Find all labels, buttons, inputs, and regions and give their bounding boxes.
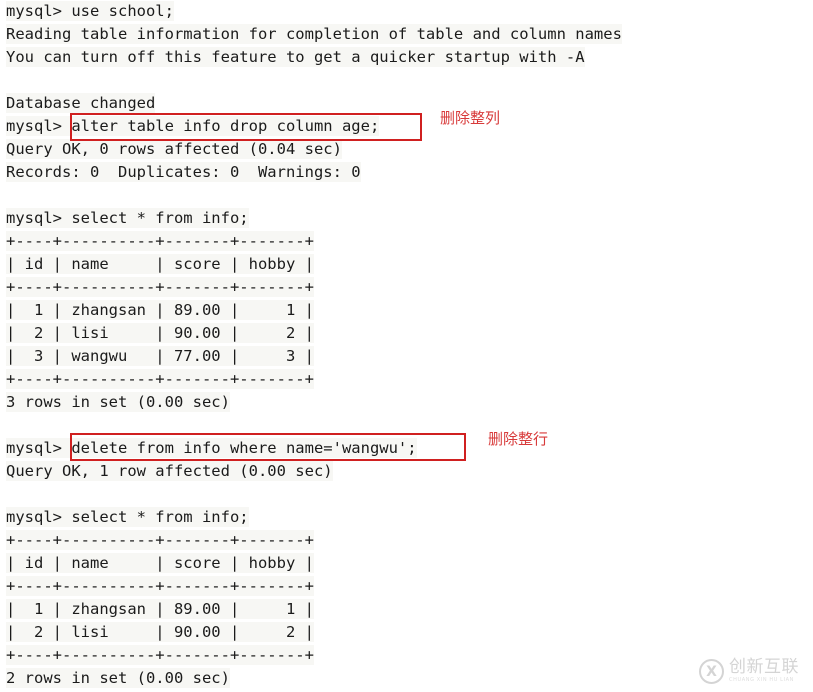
- terminal-line-text: You can turn off this feature to get a q…: [6, 47, 585, 67]
- table-footer-count: 3 rows in set (0.00 sec): [6, 391, 813, 414]
- terminal-line-command-drop-column: mysql> alter table info drop column age;: [6, 115, 813, 138]
- terminal-line-text: Reading table information for completion…: [6, 24, 622, 44]
- terminal-window: mysql> use school; Reading table informa…: [0, 0, 813, 692]
- table-row: | 1 | zhangsan | 89.00 | 1 |: [6, 598, 813, 621]
- terminal-line-text: 2 rows in set (0.00 sec): [6, 668, 230, 688]
- terminal-line-text: | id | name | score | hobby |: [6, 254, 314, 274]
- terminal-line-text: Records: 0 Duplicates: 0 Warnings: 0: [6, 162, 361, 182]
- terminal-line: You can turn off this feature to get a q…: [6, 46, 813, 69]
- terminal-line-command-delete-row: mysql> delete from info where name='wang…: [6, 437, 813, 460]
- table-row: | 3 | wangwu | 77.00 | 3 |: [6, 345, 813, 368]
- terminal-line-text: Database changed: [6, 93, 156, 113]
- terminal-line-text: +----+----------+-------+-------+: [6, 645, 314, 665]
- watermark-text: 创新互联 CHUANG XIN HU LIAN: [729, 659, 799, 684]
- table-row: | 2 | lisi | 90.00 | 2 |: [6, 621, 813, 644]
- watermark-brand-pinyin: CHUANG XIN HU LIAN: [729, 677, 794, 683]
- table-separator: +----+----------+-------+-------+: [6, 230, 813, 253]
- table-footer-count: 2 rows in set (0.00 sec): [6, 667, 813, 690]
- terminal-line-text: mysql> use school;: [6, 1, 174, 21]
- terminal-line-text: +----+----------+-------+-------+: [6, 231, 314, 251]
- terminal-line-text: +----+----------+-------+-------+: [6, 576, 314, 596]
- terminal-line: Query OK, 1 row affected (0.00 sec): [6, 460, 813, 483]
- terminal-line-text: | 3 | wangwu | 77.00 | 3 |: [6, 346, 314, 366]
- terminal-line-command-select-1: mysql> select * from info;: [6, 207, 813, 230]
- terminal-line-text: mysql> delete from info where name='wang…: [6, 438, 417, 458]
- table-row: | 2 | lisi | 90.00 | 2 |: [6, 322, 813, 345]
- terminal-line-text: 3 rows in set (0.00 sec): [6, 392, 230, 412]
- terminal-line-command-select-2: mysql> select * from info;: [6, 506, 813, 529]
- terminal-line-text: | 2 | lisi | 90.00 | 2 |: [6, 622, 314, 642]
- terminal-line-text: +----+----------+-------+-------+: [6, 369, 314, 389]
- terminal-line-text: Query OK, 0 rows affected (0.04 sec): [6, 139, 342, 159]
- terminal-line-text: | 2 | lisi | 90.00 | 2 |: [6, 323, 314, 343]
- annotation-delete-row: 删除整行: [488, 430, 549, 448]
- terminal-line: Records: 0 Duplicates: 0 Warnings: 0: [6, 161, 813, 184]
- watermark-brand-zh: 创新互联: [729, 657, 799, 677]
- terminal-line-text: mysql> alter table info drop column age;: [6, 116, 380, 136]
- terminal-line-text: | 1 | zhangsan | 89.00 | 1 |: [6, 599, 314, 619]
- table-header-row: | id | name | score | hobby |: [6, 552, 813, 575]
- terminal-output: mysql> use school; Reading table informa…: [6, 0, 813, 690]
- terminal-line: Reading table information for completion…: [6, 23, 813, 46]
- terminal-line-text: mysql> select * from info;: [6, 208, 249, 228]
- terminal-line: Database changed: [6, 92, 813, 115]
- terminal-line: mysql> use school;: [6, 0, 813, 23]
- terminal-line-text: | 1 | zhangsan | 89.00 | 1 |: [6, 300, 314, 320]
- terminal-line-text: Query OK, 1 row affected (0.00 sec): [6, 461, 333, 481]
- terminal-line-text: mysql> select * from info;: [6, 507, 249, 527]
- terminal-line: Query OK, 0 rows affected (0.04 sec): [6, 138, 813, 161]
- table-row: | 1 | zhangsan | 89.00 | 1 |: [6, 299, 813, 322]
- terminal-line-text: +----+----------+-------+-------+: [6, 277, 314, 297]
- table-header-row: | id | name | score | hobby |: [6, 253, 813, 276]
- table-separator: +----+----------+-------+-------+: [6, 575, 813, 598]
- table-separator: +----+----------+-------+-------+: [6, 644, 813, 667]
- table-separator: +----+----------+-------+-------+: [6, 529, 813, 552]
- terminal-line-text: +----+----------+-------+-------+: [6, 530, 314, 550]
- table-separator: +----+----------+-------+-------+: [6, 368, 813, 391]
- watermark-logo-icon: [699, 659, 724, 684]
- terminal-line-text: | id | name | score | hobby |: [6, 553, 314, 573]
- watermark: 创新互联 CHUANG XIN HU LIAN: [699, 659, 799, 684]
- annotation-drop-column: 删除整列: [440, 109, 501, 127]
- table-separator: +----+----------+-------+-------+: [6, 276, 813, 299]
